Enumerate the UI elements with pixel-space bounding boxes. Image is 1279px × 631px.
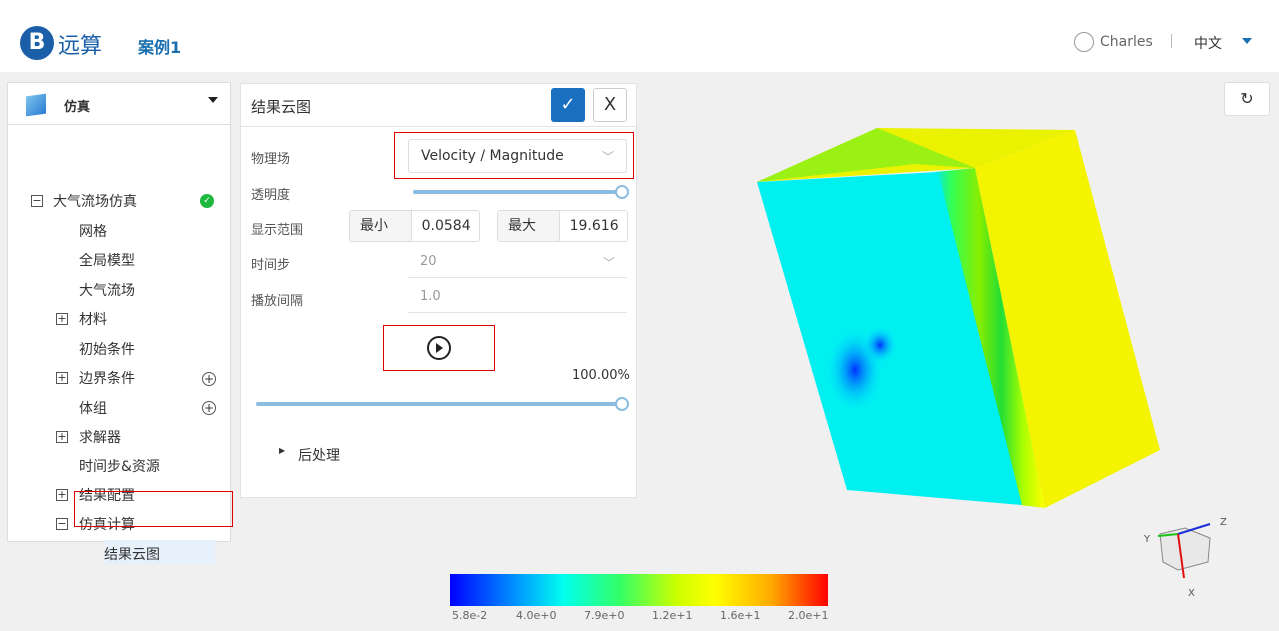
check-icon: ✓ xyxy=(560,94,576,115)
timestep-label: 时间步 xyxy=(251,258,291,273)
legend-label: 7.9e+0 xyxy=(584,609,625,622)
user-menu[interactable]: Charles xyxy=(1074,32,1153,52)
add-icon[interactable]: + xyxy=(202,401,216,415)
caret-down-icon[interactable] xyxy=(208,97,218,108)
tree-item[interactable]: 体组 xyxy=(79,398,107,418)
highlight-box xyxy=(74,491,233,527)
chevron-down-icon: ﹀ xyxy=(602,256,615,270)
velocity-blob xyxy=(862,325,898,365)
opacity-label: 透明度 xyxy=(251,188,291,203)
axis-z-label: Z xyxy=(1220,517,1227,528)
panel-title: 结果云图 xyxy=(251,98,312,116)
caret-right-icon[interactable]: ▶ xyxy=(279,446,285,455)
case-name[interactable]: 案例1 xyxy=(138,34,181,58)
timestep-value: 20 xyxy=(420,254,437,269)
tree-item[interactable]: 初始条件 xyxy=(79,339,135,359)
reset-view-button[interactable]: ↻ xyxy=(1224,82,1270,116)
confirm-button[interactable]: ✓ xyxy=(551,88,585,122)
progress-slider-handle[interactable] xyxy=(615,397,629,411)
postprocess-toggle[interactable]: 后处理 xyxy=(298,445,340,465)
expand-icon[interactable]: + xyxy=(56,431,68,443)
axis-x-label: X xyxy=(1188,588,1195,599)
axis-gizmo[interactable]: Z Y X xyxy=(1140,512,1230,602)
divider xyxy=(1171,34,1172,48)
refresh-icon: ↻ xyxy=(1240,89,1254,108)
min-input[interactable]: 0.0584 xyxy=(412,211,479,241)
axis-y-label: Y xyxy=(1143,534,1151,545)
module-select[interactable]: 仿真 xyxy=(8,83,230,125)
max-input-group: 最大值19.616 xyxy=(497,210,628,242)
legend-label: 1.2e+1 xyxy=(652,609,693,622)
user-icon xyxy=(1074,32,1094,52)
tree-item[interactable]: 求解器 xyxy=(79,427,121,447)
progress-slider[interactable] xyxy=(256,402,623,406)
top-bar: B 远算 案例1 Charles 中文 xyxy=(0,0,1279,72)
language-select[interactable]: 中文 xyxy=(1194,33,1222,53)
close-button[interactable]: X xyxy=(593,88,627,122)
expand-icon[interactable]: + xyxy=(56,313,68,325)
legend-label: 1.6e+1 xyxy=(720,609,761,622)
min-label: 最小值 xyxy=(350,211,412,241)
legend-label: 4.0e+0 xyxy=(516,609,557,622)
cube-icon xyxy=(26,93,46,117)
interval-label: 播放间隔 xyxy=(251,294,304,309)
logo-text: 远算 xyxy=(58,34,103,59)
min-input-group: 最小值0.0584 xyxy=(349,210,480,242)
check-circle-icon: ✓ xyxy=(200,194,214,208)
max-input[interactable]: 19.616 xyxy=(560,211,627,241)
expand-icon[interactable]: + xyxy=(56,489,68,501)
caret-down-icon[interactable] xyxy=(1242,38,1252,49)
tree-item[interactable]: 材料 xyxy=(79,309,107,329)
color-legend xyxy=(450,574,828,606)
legend-label: 5.8e-2 xyxy=(452,609,488,622)
interval-input[interactable]: 1.0 xyxy=(408,283,627,313)
progress-text: 100.00% xyxy=(572,368,630,383)
highlight-box xyxy=(383,325,495,371)
add-icon[interactable]: + xyxy=(202,372,216,386)
range-label: 显示范围 xyxy=(251,223,304,238)
field-label: 物理场 xyxy=(251,152,291,167)
tree-item[interactable]: 网格 xyxy=(79,221,107,241)
tree-item[interactable]: 时间步&资源 xyxy=(79,456,160,476)
3d-viewport[interactable] xyxy=(740,120,1180,520)
tree-item[interactable]: 全局模型 xyxy=(79,250,135,270)
tree-item[interactable]: 大气流场仿真 xyxy=(53,191,137,211)
logo-icon: B xyxy=(20,26,54,60)
collapse-icon[interactable]: − xyxy=(31,195,43,207)
timestep-select[interactable]: 20 ﹀ xyxy=(408,248,627,278)
highlight-box xyxy=(394,132,634,179)
tree-item-selected[interactable]: 结果云图 xyxy=(104,544,160,564)
sidebar: 仿真 − 大气流场仿真 ✓ 网格 全局模型 大气流场 + 材料 初始条件 + 边… xyxy=(7,82,231,564)
tree-item[interactable]: 边界条件 xyxy=(79,368,135,388)
collapse-icon[interactable]: − xyxy=(56,518,68,530)
user-name: Charles xyxy=(1100,34,1153,50)
tree-item[interactable]: 大气流场 xyxy=(79,280,135,300)
expand-icon[interactable]: + xyxy=(56,372,68,384)
legend-label: 2.0e+1 xyxy=(788,609,829,622)
module-title: 仿真 xyxy=(64,100,91,115)
divider xyxy=(241,126,638,127)
max-label: 最大值 xyxy=(498,211,560,241)
opacity-slider[interactable] xyxy=(413,190,623,194)
opacity-slider-handle[interactable] xyxy=(615,185,629,199)
